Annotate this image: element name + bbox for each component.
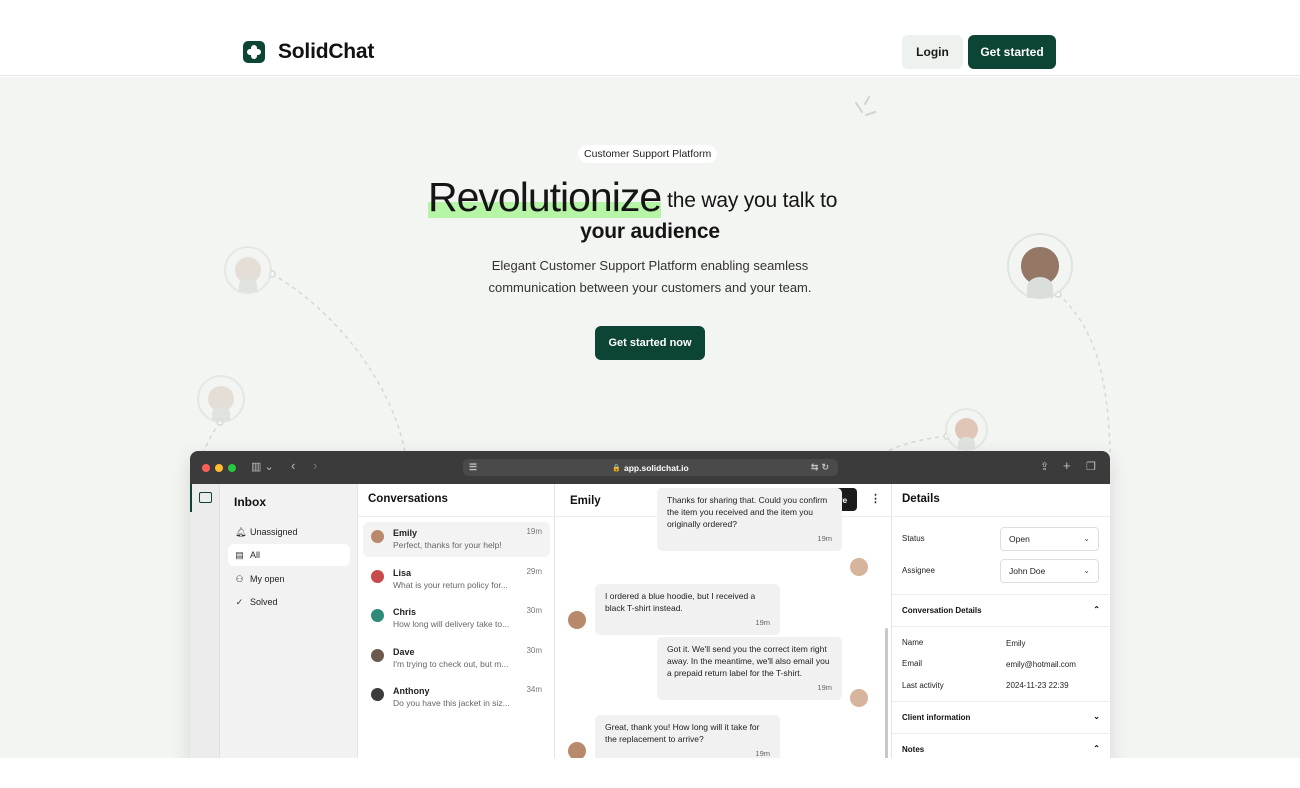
headline-rest: the way you talk to [667, 189, 838, 212]
back-icon[interactable]: ‹ [291, 458, 295, 473]
last-activity-label: Last activity [902, 681, 944, 690]
email-label: Email [902, 659, 923, 668]
details-title: Details [892, 484, 1110, 517]
conversations-title: Conversations [358, 484, 555, 517]
close-window-icon[interactable] [202, 464, 210, 472]
inbox-sidebar: Inbox 🔔︎ Unassigned ▤ All ⚇ My open ✓ So… [220, 484, 358, 781]
more-options-icon[interactable]: ⋮ [870, 492, 881, 505]
avatar [371, 570, 384, 583]
brand-logo-icon [243, 41, 265, 63]
get-started-now-button[interactable]: Get started now [595, 326, 705, 360]
brand-name: SolidChat [278, 40, 375, 63]
check-circle-icon: ✓ [235, 596, 244, 607]
sidebar-toggle-icon[interactable]: ▥ ⌄ [251, 460, 274, 473]
name-label: Name [902, 638, 924, 647]
avatar [371, 609, 384, 622]
chat-panel: Emily Resolve ⋮ Thanks for sharing that.… [555, 484, 892, 781]
inbox-item-my-open[interactable]: ⚇ My open [228, 568, 350, 590]
conversation-item[interactable]: Dave 30m I'm trying to check out, but m.… [363, 641, 550, 676]
conversation-item[interactable]: Anthony 34m Do you have this jacket in s… [363, 680, 550, 715]
login-button[interactable]: Login [902, 35, 963, 69]
archive-icon: ▤ [235, 549, 244, 560]
tabs-overview-icon[interactable]: ❐ [1086, 460, 1096, 473]
avatar-decoration [197, 375, 245, 423]
chevron-down-icon: ⌄ [1093, 712, 1100, 721]
hero-subtitle-line2: communication between your customers and… [488, 280, 812, 295]
url-text: app.solidchat.io [624, 462, 689, 473]
inbox-icon[interactable] [199, 492, 212, 503]
avatar [371, 649, 384, 662]
hero-subtitle-line1: Elegant Customer Support Platform enabli… [491, 258, 809, 273]
conversation-item[interactable]: Chris 30m How long will delivery take to… [363, 601, 550, 636]
inbox-item-solved[interactable]: ✓ Solved [228, 591, 350, 613]
headline-highlight: Revolutionize [428, 174, 662, 220]
brand[interactable]: SolidChat [243, 40, 374, 64]
conversation-item[interactable]: Lisa 29m What is your return policy for.… [363, 562, 550, 597]
reload-icon[interactable]: ⇆↻ [811, 462, 832, 473]
hero-headline: Revolutionize the way you talk to [428, 174, 837, 220]
forward-icon[interactable]: › [313, 458, 317, 473]
maximize-window-icon[interactable] [228, 464, 236, 472]
assignee-label: Assignee [902, 566, 935, 575]
name-value: Emily [1006, 639, 1026, 648]
hero-badge: Customer Support Platform [578, 145, 718, 163]
avatar [568, 611, 586, 629]
top-navbar: SolidChat Login Get started [0, 0, 1300, 76]
avatar [371, 530, 384, 543]
minimize-window-icon[interactable] [215, 464, 223, 472]
address-bar[interactable]: ☰ 🔒 app.solidchat.io ⇆↻ [463, 459, 838, 476]
inbox-item-all[interactable]: ▤ All [228, 544, 350, 566]
assignee-select[interactable]: John Doe ⌄ [1000, 559, 1099, 583]
page-bottom [0, 758, 1300, 788]
get-started-button[interactable]: Get started [968, 35, 1056, 69]
avatar [371, 688, 384, 701]
browser-window: ▥ ⌄ ‹ › ☰ 🔒 app.solidchat.io ⇆↻ ⇪ + ❐ In… [190, 451, 1110, 781]
app-rail [190, 484, 220, 781]
new-tab-icon[interactable]: + [1063, 458, 1071, 473]
chat-scrollbar[interactable] [885, 628, 888, 768]
last-activity-value: 2024-11-23 22:39 [1006, 681, 1069, 690]
email-value: emily@hotmail.com [1006, 660, 1076, 669]
status-select[interactable]: Open ⌄ [1000, 527, 1099, 551]
details-panel: Details Status Open ⌄ Assignee John Doe … [892, 484, 1110, 781]
bell-icon: 🔔︎ [235, 526, 247, 537]
chat-message-customer: I ordered a blue hoodie, but I received … [595, 584, 780, 635]
chat-message-agent: Got it. We'll send you the correct item … [657, 637, 842, 700]
conversations-panel: Conversations Emily 19m Perfect, thanks … [358, 484, 555, 781]
chat-message-agent: Thanks for sharing that. Could you confi… [657, 488, 842, 551]
conversation-details-section[interactable]: Conversation Details ⌃ [892, 594, 1110, 626]
chevron-up-icon: ⌃ [1093, 605, 1100, 614]
inbox-title: Inbox [234, 495, 266, 509]
page-menu-icon[interactable]: ☰ [469, 462, 477, 473]
chevron-down-icon: ⌄ [1083, 566, 1090, 575]
headline-line2: your audience [580, 220, 720, 243]
lock-icon: 🔒 [612, 464, 621, 472]
status-label: Status [902, 534, 925, 543]
chat-contact-name: Emily [570, 495, 601, 507]
chevron-down-icon: ⌄ [1083, 534, 1090, 543]
app-ui: Inbox 🔔︎ Unassigned ▤ All ⚇ My open ✓ So… [190, 484, 1110, 781]
user-icon: ⚇ [235, 573, 244, 584]
avatar-decoration [945, 408, 988, 451]
conversation-item[interactable]: Emily 19m Perfect, thanks for your help! [363, 522, 550, 557]
chevron-up-icon: ⌃ [1093, 744, 1100, 753]
share-icon[interactable]: ⇪ [1040, 460, 1049, 473]
inbox-item-unassigned[interactable]: 🔔︎ Unassigned [228, 521, 350, 543]
avatar [850, 689, 868, 707]
browser-titlebar: ▥ ⌄ ‹ › ☰ 🔒 app.solidchat.io ⇆↻ ⇪ + ❐ [190, 451, 1110, 484]
avatar [850, 558, 868, 576]
client-information-section[interactable]: Client information ⌄ [892, 701, 1110, 733]
